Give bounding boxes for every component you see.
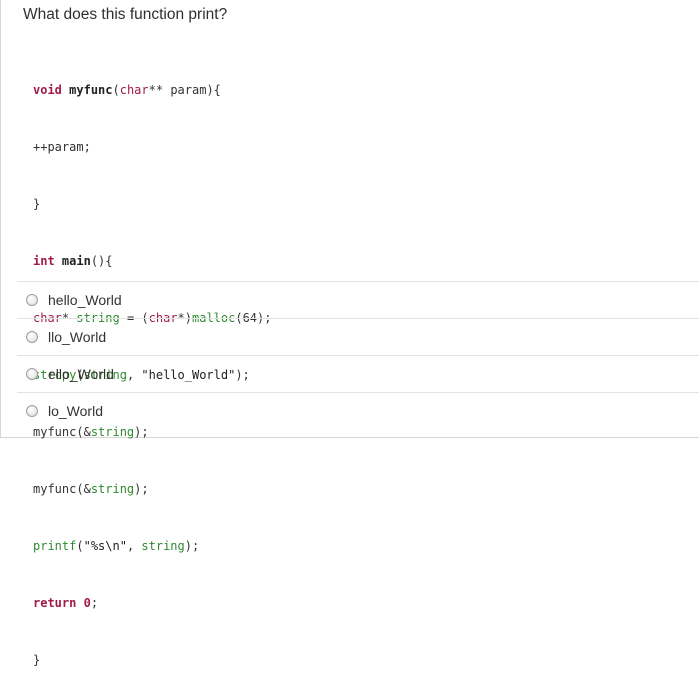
code-line: int main(){ <box>33 252 271 271</box>
radio-button[interactable] <box>26 368 38 380</box>
code-token: param <box>170 83 207 97</box>
code-line: myfunc(&string); <box>33 480 271 499</box>
code-token: "%s\n" <box>83 539 127 553</box>
code-line: printf("%s\n", string); <box>33 537 271 556</box>
code-line: ++param; <box>33 138 271 157</box>
radio-button[interactable] <box>26 294 38 306</box>
code-token: } <box>33 653 41 667</box>
code-token: ){ <box>206 83 221 97</box>
code-token: ; <box>90 596 99 610</box>
code-token: main <box>61 254 91 268</box>
code-token: 0 <box>83 596 91 610</box>
code-token: ); <box>184 539 200 553</box>
code-token: void <box>33 83 62 97</box>
code-line: } <box>33 195 271 214</box>
code-token: char <box>119 83 149 97</box>
code-line: void myfunc(char** param){ <box>33 81 271 100</box>
code-token: (& <box>76 482 91 496</box>
code-token: , <box>126 539 142 553</box>
radio-button[interactable] <box>26 331 38 343</box>
code-token: myfunc <box>33 482 77 496</box>
code-token: ** <box>148 83 171 97</box>
question-text: What does this function print? <box>23 6 228 23</box>
answer-label[interactable]: lo_World <box>48 403 103 419</box>
answer-option-2[interactable]: llo_World <box>17 318 699 355</box>
answer-option-3[interactable]: ello_World <box>17 355 699 392</box>
code-token: printf <box>33 539 77 553</box>
code-token: } <box>33 197 41 211</box>
code-token: string <box>141 539 185 553</box>
answer-option-4[interactable]: lo_World <box>17 392 699 429</box>
code-line: } <box>33 651 271 670</box>
code-line: return 0; <box>33 594 271 613</box>
answer-label[interactable]: ello_World <box>48 366 114 382</box>
answer-label[interactable]: hello_World <box>48 292 122 308</box>
answer-label[interactable]: llo_World <box>48 329 106 345</box>
code-token: ); <box>134 482 149 496</box>
code-token: ( <box>76 539 84 553</box>
answer-option-1[interactable]: hello_World <box>17 281 699 318</box>
code-token: (){ <box>90 254 113 268</box>
code-token: int <box>33 254 55 268</box>
code-token: string <box>90 482 135 496</box>
code-token: return <box>33 596 77 610</box>
code-token: ++param; <box>33 140 91 154</box>
radio-button[interactable] <box>26 405 38 417</box>
answer-options: hello_World llo_World ello_World lo_Worl… <box>17 281 699 429</box>
code-token: ( <box>112 83 120 97</box>
code-token: myfunc <box>69 83 113 97</box>
